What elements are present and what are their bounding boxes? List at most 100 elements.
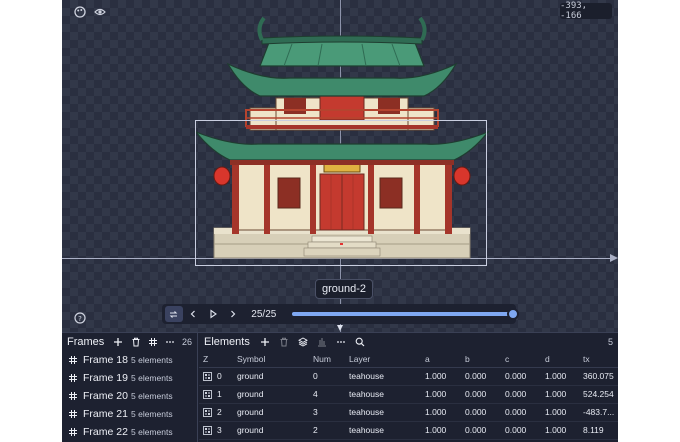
column-header[interactable]: b — [461, 351, 501, 368]
search-icon[interactable] — [354, 336, 366, 348]
layer-cell: teahouse — [345, 421, 421, 440]
a-cell: 1.000 — [421, 403, 461, 422]
frame-icon — [67, 354, 79, 366]
layer-cell: teahouse — [345, 385, 421, 404]
sprite-editor: -393, -166 ? ground-2 25/25 Frames 26 Fr… — [62, 0, 618, 442]
frame-row[interactable]: Frame 22 5 elements — [62, 423, 197, 441]
tx-cell: 8.119 — [579, 421, 618, 440]
frame-element-count: 5 elements — [131, 373, 173, 383]
tx-cell: 360.075 — [579, 367, 618, 386]
palette-icon[interactable] — [72, 4, 88, 20]
elements-count: 5 — [607, 337, 613, 347]
symbol-cell: ground — [233, 367, 309, 386]
frames-count: 26 — [181, 337, 192, 347]
b-cell: 0.000 — [461, 403, 501, 422]
elements-panel: Elements 5 Z Symbol Num Layer a b c d tx… — [199, 333, 618, 442]
add-element-icon[interactable] — [259, 336, 271, 348]
frame-name: Frame 18 — [83, 354, 128, 366]
column-header[interactable]: Z — [199, 351, 233, 368]
table-row[interactable]: 3 ground 2 teahouse 1.000 0.000 0.000 1.000 8.11… — [199, 421, 618, 440]
num-cell: 3 — [309, 403, 345, 422]
x-axis-arrow — [610, 254, 618, 262]
previous-frame-icon[interactable] — [185, 306, 203, 322]
delete-element-icon[interactable] — [278, 336, 290, 348]
column-header[interactable]: a — [421, 351, 461, 368]
frame-name: Frame 21 — [83, 408, 128, 420]
num-cell: 0 — [309, 367, 345, 386]
timeline-progress — [292, 312, 514, 316]
bottom-panels: Frames 26 Frame 18 5 elements Frame 19 5 el… — [62, 332, 618, 442]
stage-canvas[interactable]: -393, -166 ? ground-2 25/25 — [62, 0, 618, 332]
next-frame-icon[interactable] — [224, 306, 242, 322]
z-cell: 1 — [199, 385, 233, 404]
play-icon[interactable] — [204, 306, 222, 322]
table-row[interactable]: 1 ground 4 teahouse 1.000 0.000 0.000 1.000 524.… — [199, 385, 618, 404]
num-cell: 4 — [309, 385, 345, 404]
layer-cell: teahouse — [345, 403, 421, 422]
frame-icon — [67, 372, 79, 384]
table-header-row: Z Symbol Num Layer a b c d tx — [199, 351, 618, 368]
frame-row[interactable]: Frame 18 5 elements — [62, 351, 197, 369]
elements-title: Elements — [204, 336, 250, 348]
help-icon[interactable]: ? — [72, 310, 88, 326]
column-header[interactable]: c — [501, 351, 541, 368]
delete-frame-icon[interactable] — [130, 336, 140, 348]
symbol-grid-icon — [203, 407, 212, 417]
frame-counter: 25/25 — [251, 308, 277, 320]
b-cell: 0.000 — [461, 367, 501, 386]
c-cell: 0.000 — [501, 367, 541, 386]
column-header[interactable]: tx — [579, 351, 618, 368]
frame-element-count: 5 elements — [131, 409, 173, 419]
timeline-knob[interactable] — [507, 308, 520, 320]
column-header[interactable]: Layer — [345, 351, 421, 368]
layer-cell: teahouse — [345, 367, 421, 386]
frame-icon — [67, 390, 79, 402]
frame-icon — [67, 426, 79, 438]
z-cell: 2 — [199, 403, 233, 422]
tx-cell: -483.7... — [579, 403, 618, 422]
hover-tooltip: ground-2 — [315, 279, 374, 299]
frame-row[interactable]: Frame 21 5 elements — [62, 405, 197, 423]
a-cell: 1.000 — [421, 421, 461, 440]
frame-row[interactable]: Frame 19 5 elements — [62, 369, 197, 387]
add-frame-icon[interactable] — [113, 336, 123, 348]
table-row[interactable]: 0 ground 0 teahouse 1.000 0.000 0.000 1.000 360.… — [199, 367, 618, 386]
column-header[interactable]: d — [541, 351, 579, 368]
frames-more-icon[interactable] — [165, 336, 175, 348]
z-cell: 3 — [199, 421, 233, 440]
d-cell: 1.000 — [541, 385, 579, 404]
symbol-grid-icon — [203, 389, 212, 399]
d-cell: 1.000 — [541, 403, 579, 422]
elements-more-icon[interactable] — [335, 336, 347, 348]
z-value: 1 — [217, 389, 222, 399]
timeline-slider[interactable] — [292, 308, 520, 320]
loop-icon[interactable] — [165, 306, 183, 322]
frame-list: Frame 18 5 elements Frame 19 5 elements Fram… — [62, 351, 197, 441]
symbol-grid-icon — [203, 425, 212, 435]
frames-title: Frames — [67, 336, 105, 348]
frame-element-count: 5 elements — [131, 391, 173, 401]
align-icon[interactable] — [316, 336, 328, 348]
eye-icon[interactable] — [92, 4, 108, 20]
d-cell: 1.000 — [541, 367, 579, 386]
d-cell: 1.000 — [541, 421, 579, 440]
column-header[interactable]: Num — [309, 351, 345, 368]
frames-header: Frames 26 — [62, 333, 197, 351]
table-body: 0 ground 0 teahouse 1.000 0.000 0.000 1.000 360.… — [199, 367, 618, 440]
selection-box[interactable] — [195, 120, 487, 266]
playback-bar: 25/25 — [162, 304, 520, 324]
symbol-grid-icon — [203, 371, 212, 381]
column-header[interactable]: Symbol — [233, 351, 309, 368]
frame-name: Frame 20 — [83, 390, 128, 402]
frame-hash-icon[interactable] — [148, 336, 158, 348]
c-cell: 0.000 — [501, 385, 541, 404]
z-cell: 0 — [199, 367, 233, 386]
playhead-marker — [337, 325, 343, 331]
layers-icon[interactable] — [297, 336, 309, 348]
table-row[interactable]: 2 ground 3 teahouse 1.000 0.000 0.000 1.000 -483… — [199, 403, 618, 422]
frame-element-count: 5 elements — [131, 427, 173, 437]
frame-row[interactable]: Frame 20 5 elements — [62, 387, 197, 405]
tx-cell: 524.254 — [579, 385, 618, 404]
num-cell: 2 — [309, 421, 345, 440]
frame-name: Frame 22 — [83, 426, 128, 438]
